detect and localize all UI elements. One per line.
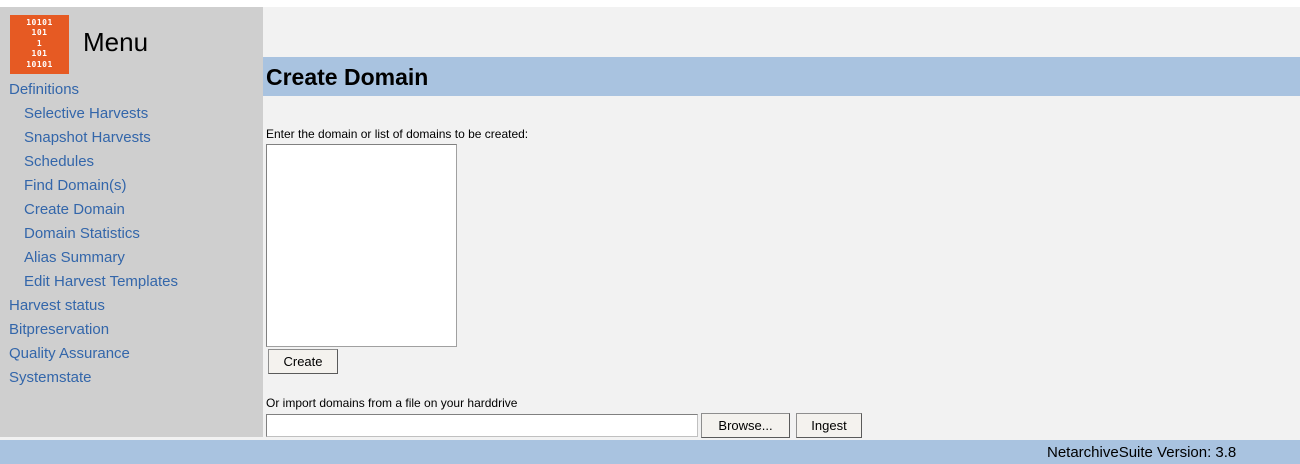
sidebar-item-definitions[interactable]: Definitions xyxy=(0,78,263,102)
sidebar-item-edit-harvest-templates[interactable]: Edit Harvest Templates xyxy=(0,270,263,294)
file-path-input[interactable] xyxy=(266,414,698,437)
sidebar-item-snapshot-harvests[interactable]: Snapshot Harvests xyxy=(0,126,263,150)
sidebar-item-schedules[interactable]: Schedules xyxy=(0,150,263,174)
sidebar-item-create-domain[interactable]: Create Domain xyxy=(0,198,263,222)
sidebar-item-alias-summary[interactable]: Alias Summary xyxy=(0,246,263,270)
import-label: Or import domains from a file on your ha… xyxy=(266,396,518,410)
page-title: Create Domain xyxy=(266,64,429,90)
domains-instruction: Enter the domain or list of domains to b… xyxy=(266,127,529,141)
top-band xyxy=(0,0,1300,7)
version-label: NetarchiveSuite Version: 3.8 xyxy=(1047,444,1237,461)
logo-bits: 10101 101 1 101 10101 xyxy=(26,18,53,69)
sidebar-item-systemstate[interactable]: Systemstate xyxy=(0,366,263,390)
domains-textarea[interactable] xyxy=(266,144,457,347)
sidebar-nav: Definitions Selective Harvests Snapshot Ha… xyxy=(0,78,263,390)
create-button[interactable]: Create xyxy=(268,349,338,374)
sidebar-item-quality-assurance[interactable]: Quality Assurance xyxy=(0,342,263,366)
sidebar: 10101 101 1 101 10101 Menu Definitions Se… xyxy=(0,7,263,437)
sidebar-item-find-domain-s[interactable]: Find Domain(s) xyxy=(0,174,263,198)
netarchive-logo: 10101 101 1 101 10101 xyxy=(10,15,69,74)
sidebar-item-selective-harvests[interactable]: Selective Harvests xyxy=(0,102,263,126)
ingest-button[interactable]: Ingest xyxy=(796,413,862,438)
sidebar-item-domain-statistics[interactable]: Domain Statistics xyxy=(0,222,263,246)
menu-title: Menu xyxy=(83,27,149,57)
page: 10101 101 1 101 10101 Menu Definitions Se… xyxy=(0,0,1300,464)
sidebar-item-bitpreservation[interactable]: Bitpreservation xyxy=(0,318,263,342)
browse-button[interactable]: Browse... xyxy=(701,413,790,438)
sidebar-item-harvest-status[interactable]: Harvest status xyxy=(0,294,263,318)
